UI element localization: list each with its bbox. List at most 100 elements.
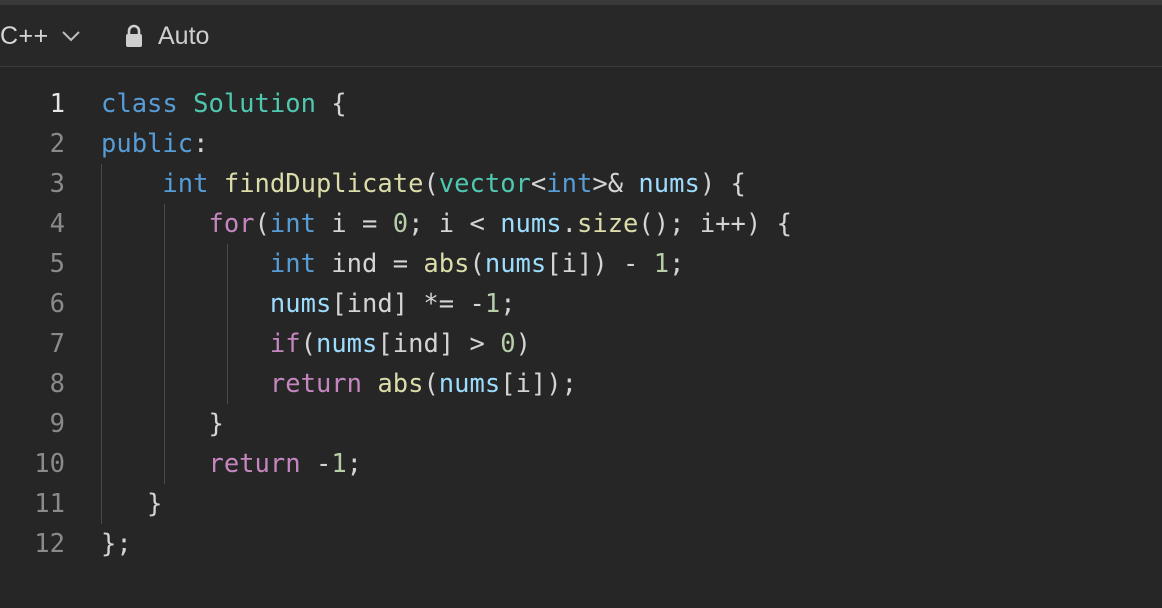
code-token: return	[269, 369, 363, 399]
code-line[interactable]: 4 for(int i = 0; i < nums.size(); i++) {	[0, 204, 1162, 244]
code-line[interactable]: 5 int ind = abs(nums[i]) - 1;	[0, 244, 1162, 284]
code-token: };	[101, 529, 132, 559]
code-line[interactable]: 2 public:	[0, 124, 1162, 164]
line-number: 3	[49, 169, 65, 199]
lock-icon	[126, 24, 142, 47]
code-token: int	[269, 249, 316, 279]
code-text: public:	[101, 124, 208, 164]
code-token: i =	[315, 209, 393, 239]
code-token: 1	[331, 449, 347, 479]
code-text: int ind = abs(nums[i]) - 1;	[101, 244, 685, 284]
code-token: nums	[315, 329, 378, 359]
code-line[interactable]: 10 return -1;	[0, 444, 1162, 484]
code-token: (	[423, 369, 439, 399]
code-token: 0	[392, 209, 409, 239]
code-text: return -1;	[101, 444, 362, 484]
code-token: abs	[423, 249, 470, 279]
code-line[interactable]: 1 class Solution {	[0, 84, 1162, 124]
code-line[interactable]: 11 }	[0, 484, 1162, 524]
code-token: abs	[377, 369, 424, 399]
code-line[interactable]: 3 int findDuplicate(vector<int>& nums) {	[0, 164, 1162, 204]
code-token: 1	[484, 289, 501, 319]
line-number: 7	[49, 329, 65, 359]
line-number: 5	[49, 249, 65, 279]
language-select[interactable]: C++	[0, 20, 81, 52]
code-token: (	[423, 169, 439, 199]
line-number: 10	[34, 449, 65, 479]
code-token: for	[208, 209, 255, 239]
code-token: .	[561, 209, 577, 239]
code-token: [i]);	[500, 369, 577, 399]
code-token: ;	[346, 449, 363, 479]
code-token: >&	[592, 169, 639, 199]
code-token: nums	[500, 209, 562, 239]
code-editor[interactable]: 1 class Solution {2 public: 3 int findDupli…	[0, 67, 1162, 608]
code-token: :	[193, 129, 209, 159]
code-token: [i]) -	[546, 249, 654, 279]
code-token: findDuplicate	[223, 169, 424, 199]
code-token: nums	[269, 289, 332, 319]
code-text: for(int i = 0; i < nums.size(); i++) {	[101, 204, 792, 244]
code-token: nums	[438, 369, 501, 399]
line-number: 12	[34, 529, 65, 559]
code-token: Solution	[193, 89, 316, 119]
line-number: 1	[49, 89, 65, 119]
code-token: int	[162, 169, 209, 199]
code-token: (	[300, 329, 316, 359]
code-token: {	[315, 89, 347, 119]
code-token: }	[101, 489, 163, 519]
line-number: 2	[49, 129, 65, 159]
code-token: ;	[669, 249, 685, 279]
code-token: 1	[653, 249, 670, 279]
code-token: ) {	[699, 169, 746, 199]
editor-toolbar: C++ Auto	[0, 5, 1162, 67]
code-token: <	[530, 169, 547, 199]
code-token: -	[300, 449, 332, 479]
code-line[interactable]: 8 return abs(nums[i]);	[0, 364, 1162, 404]
code-token: return	[208, 449, 301, 479]
code-token: int	[269, 209, 316, 239]
line-number: 4	[49, 209, 65, 239]
code-token: [ind] *= -	[331, 289, 485, 319]
code-token: ;	[500, 289, 516, 319]
code-token: ; i <	[408, 209, 501, 239]
mode-label: Auto	[158, 21, 210, 50]
line-number: 6	[49, 289, 65, 319]
mode-indicator[interactable]: Auto	[124, 20, 209, 52]
code-text: class Solution {	[101, 84, 347, 124]
code-token: [ind] >	[377, 329, 501, 359]
code-text: }	[101, 484, 162, 524]
code-token: }	[101, 409, 224, 439]
line-number: 9	[49, 409, 65, 439]
language-label: C++	[0, 21, 49, 50]
code-token: class	[101, 89, 178, 119]
code-text: if(nums[ind] > 0)	[101, 324, 531, 364]
code-token: vector	[438, 169, 531, 199]
code-line[interactable]: 7 if(nums[ind] > 0)	[0, 324, 1162, 364]
code-token: ind =	[315, 249, 424, 279]
code-token: if	[269, 329, 301, 359]
code-text: int findDuplicate(vector<int>& nums) {	[101, 164, 746, 204]
code-token: 0	[500, 329, 516, 359]
code-text: return abs(nums[i]);	[101, 364, 577, 404]
code-token: public	[101, 129, 194, 159]
code-text: nums[ind] *= -1;	[101, 284, 516, 324]
code-token: nums	[484, 249, 547, 279]
code-line[interactable]: 12};	[0, 524, 1162, 564]
code-token: )	[515, 329, 531, 359]
chevron-down-icon	[62, 31, 80, 42]
code-token: int	[546, 169, 593, 199]
code-line[interactable]: 6 nums[ind] *= -1;	[0, 284, 1162, 324]
code-token: (); i++) {	[638, 209, 792, 239]
code-text: }	[101, 404, 224, 444]
code-line[interactable]: 9 }	[0, 404, 1162, 444]
